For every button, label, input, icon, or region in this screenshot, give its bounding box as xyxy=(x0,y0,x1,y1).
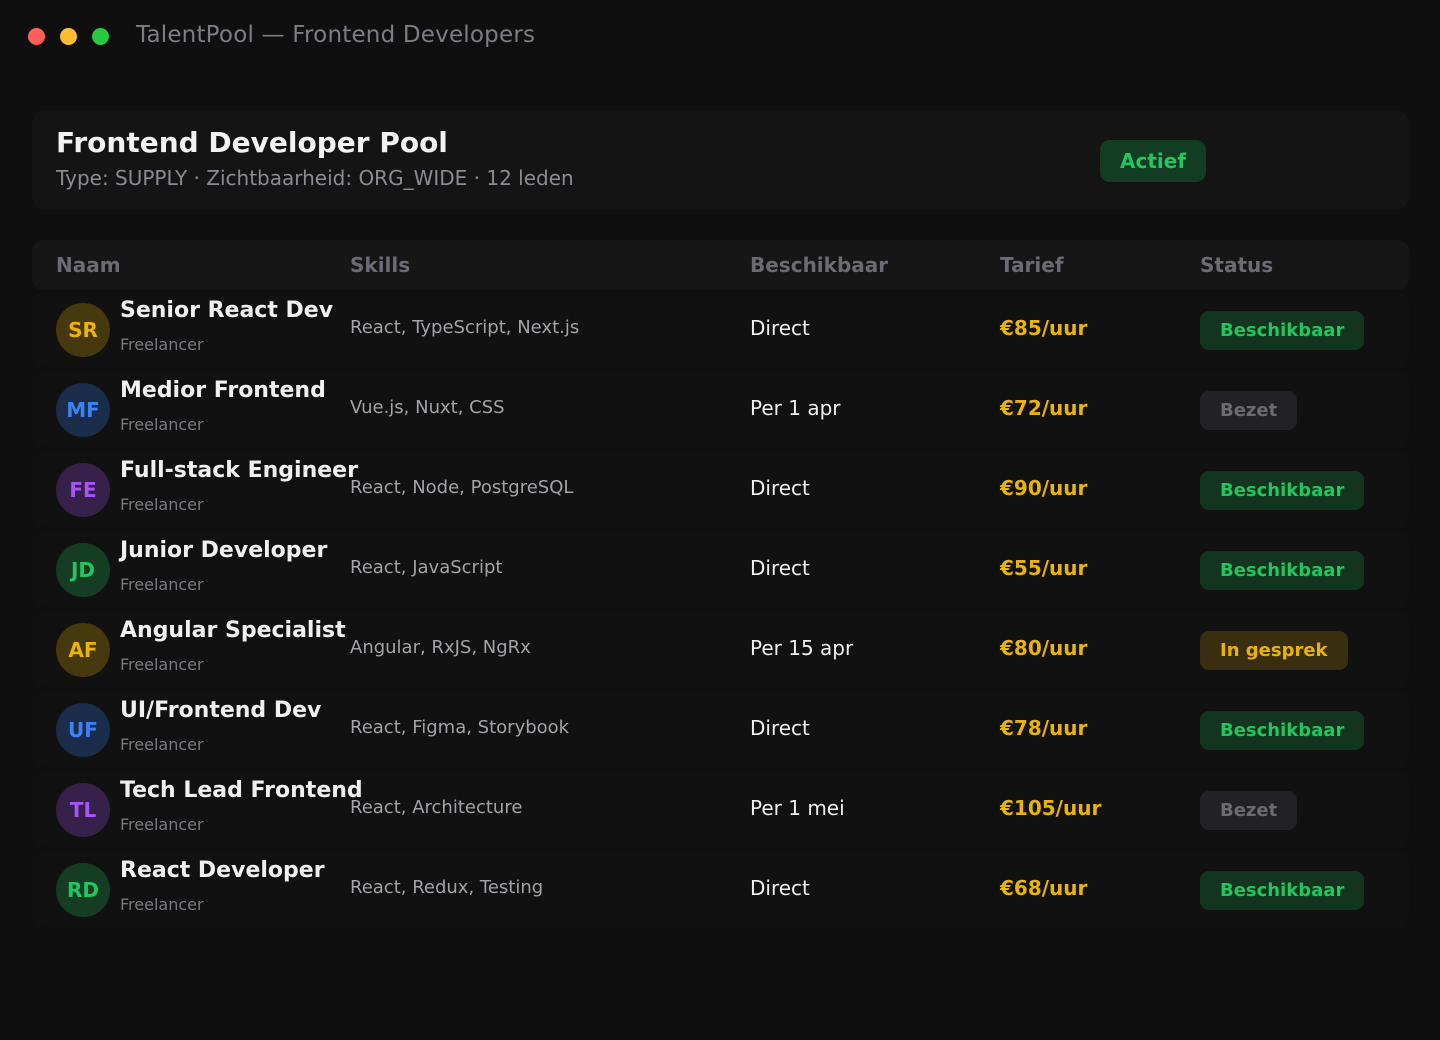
maximize-window-button[interactable] xyxy=(92,28,109,45)
table-row[interactable]: RD React Developer Freelancer React, Redux,… xyxy=(32,853,1409,927)
column-header-name[interactable]: Naam xyxy=(56,253,121,277)
candidate-rate: €85/uur xyxy=(1000,316,1088,340)
avatar: JD xyxy=(56,543,110,597)
pool-meta: Type: SUPPLY · Zichtbaarheid: ORG_WIDE ·… xyxy=(56,166,574,190)
avatar: FE xyxy=(56,463,110,517)
status-badge: Beschikbaar xyxy=(1200,871,1365,910)
candidate-name: React Developer xyxy=(120,858,325,883)
status-badge: Beschikbaar xyxy=(1200,311,1365,350)
candidate-skills: Angular, RxJS, NgRx xyxy=(350,637,531,658)
candidate-skills: React, Redux, Testing xyxy=(350,877,544,898)
table-row[interactable]: UF UI/Frontend Dev Freelancer React, Figma,… xyxy=(32,693,1409,767)
status-badge: Beschikbaar xyxy=(1200,711,1365,750)
pool-title: Frontend Developer Pool xyxy=(56,126,448,159)
table-row[interactable]: JD Junior Developer Freelancer React, JavaS… xyxy=(32,533,1409,607)
candidate-availability: Per 1 apr xyxy=(750,396,841,420)
column-header-status[interactable]: Status xyxy=(1200,253,1273,277)
column-header-available[interactable]: Beschikbaar xyxy=(750,253,888,277)
candidate-availability: Direct xyxy=(750,876,810,900)
pool-status-badge: Actief xyxy=(1100,140,1207,182)
pool-summary-card: Frontend Developer Pool Type: SUPPLY · Z… xyxy=(32,110,1409,210)
status-badge: Bezet xyxy=(1200,791,1298,830)
candidate-availability: Direct xyxy=(750,556,810,580)
candidate-skills: React, JavaScript xyxy=(350,557,503,578)
status-badge: Beschikbaar xyxy=(1200,551,1365,590)
candidate-availability: Per 1 mei xyxy=(750,796,845,820)
candidate-name: Angular Specialist xyxy=(120,618,346,643)
candidate-role: Freelancer xyxy=(120,655,204,674)
avatar: SR xyxy=(56,303,110,357)
status-badge: Bezet xyxy=(1200,391,1298,430)
candidate-availability: Direct xyxy=(750,316,810,340)
candidate-skills: React, Architecture xyxy=(350,797,523,818)
candidate-role: Freelancer xyxy=(120,495,204,514)
table-header: Naam Skills Beschikbaar Tarief Status xyxy=(32,240,1409,290)
candidate-role: Freelancer xyxy=(120,575,204,594)
table-row[interactable]: TL Tech Lead Frontend Freelancer React, Arc… xyxy=(32,773,1409,847)
candidate-availability: Direct xyxy=(750,476,810,500)
candidate-skills: React, TypeScript, Next.js xyxy=(350,317,580,338)
status-badge: In gesprek xyxy=(1200,631,1348,670)
candidate-name: Tech Lead Frontend xyxy=(120,778,363,803)
candidate-rate: €105/uur xyxy=(1000,796,1102,820)
candidate-role: Freelancer xyxy=(120,735,204,754)
candidate-role: Freelancer xyxy=(120,415,204,434)
candidate-rate: €78/uur xyxy=(1000,716,1088,740)
avatar: RD xyxy=(56,863,110,917)
candidate-name: Senior React Dev xyxy=(120,298,334,323)
avatar: TL xyxy=(56,783,110,837)
table-row[interactable]: AF Angular Specialist Freelancer Angular, R… xyxy=(32,613,1409,687)
candidate-skills: React, Figma, Storybook xyxy=(350,717,570,738)
window-title: TalentPool — Frontend Developers xyxy=(136,22,536,48)
candidate-name: Medior Frontend xyxy=(120,378,326,403)
candidate-rate: €55/uur xyxy=(1000,556,1088,580)
table-row[interactable]: FE Full-stack Engineer Freelancer React, No… xyxy=(32,453,1409,527)
candidate-availability: Per 15 apr xyxy=(750,636,854,660)
candidate-role: Freelancer xyxy=(120,335,204,354)
avatar: MF xyxy=(56,383,110,437)
window-titlebar: TalentPool — Frontend Developers xyxy=(0,0,1440,72)
table-row[interactable]: MF Medior Frontend Freelancer Vue.js, Nuxt,… xyxy=(32,373,1409,447)
column-header-rate[interactable]: Tarief xyxy=(1000,253,1064,277)
candidate-rate: €72/uur xyxy=(1000,396,1088,420)
candidate-rate: €80/uur xyxy=(1000,636,1088,660)
candidate-name: Junior Developer xyxy=(120,538,328,563)
status-badge: Beschikbaar xyxy=(1200,471,1365,510)
candidate-skills: Vue.js, Nuxt, CSS xyxy=(350,397,505,418)
candidate-rate: €68/uur xyxy=(1000,876,1088,900)
close-window-button[interactable] xyxy=(28,28,45,45)
avatar: AF xyxy=(56,623,110,677)
candidate-role: Freelancer xyxy=(120,815,204,834)
candidate-role: Freelancer xyxy=(120,895,204,914)
candidate-name: UI/Frontend Dev xyxy=(120,698,322,723)
candidate-skills: React, Node, PostgreSQL xyxy=(350,477,574,498)
candidate-rate: €90/uur xyxy=(1000,476,1088,500)
candidate-name: Full-stack Engineer xyxy=(120,458,358,483)
table-row[interactable]: SR Senior React Dev Freelancer React, TypeS… xyxy=(32,293,1409,367)
minimize-window-button[interactable] xyxy=(60,28,77,45)
candidate-availability: Direct xyxy=(750,716,810,740)
column-header-skills[interactable]: Skills xyxy=(350,253,410,277)
avatar: UF xyxy=(56,703,110,757)
